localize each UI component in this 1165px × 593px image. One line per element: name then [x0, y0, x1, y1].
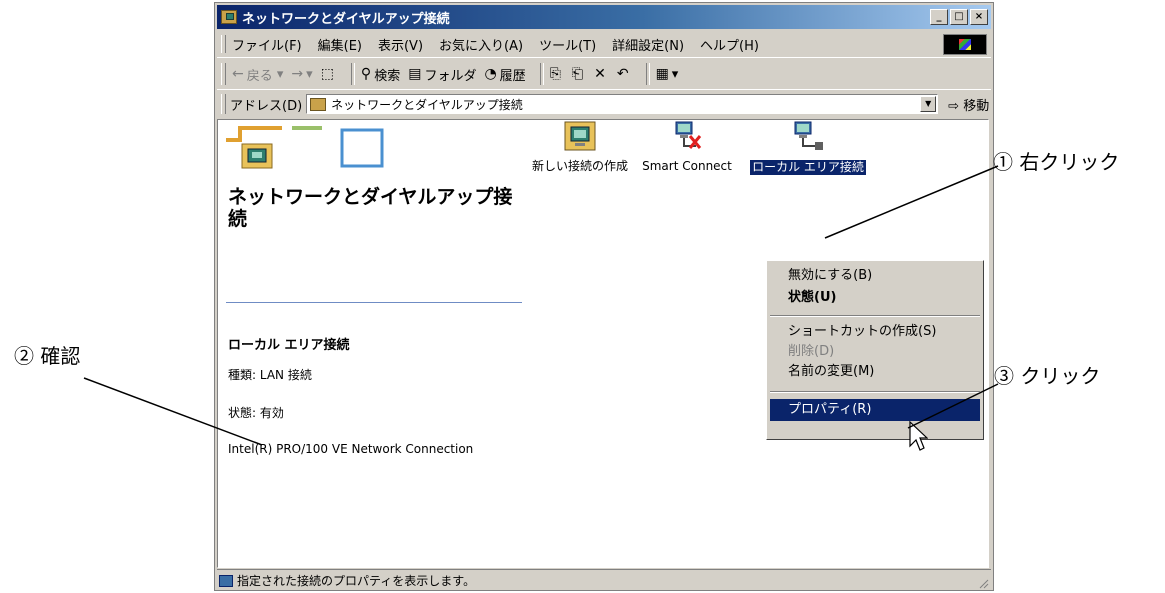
- views-dropdown-icon: ▾: [671, 66, 679, 82]
- undo-button[interactable]: ↶: [617, 66, 632, 82]
- status-bar: 指定された接続のプロパティを表示します。: [217, 569, 991, 591]
- toolbar-separator: [645, 63, 650, 85]
- back-dropdown-icon: ▾: [272, 66, 284, 82]
- menu-item-delete: 削除(D): [788, 344, 835, 359]
- folders-label: フォルダ: [424, 68, 477, 84]
- forward-button[interactable]: → ▾: [291, 66, 312, 82]
- connection-device: Intel(R) PRO/100 VE Network Connection: [228, 442, 474, 456]
- menu-view[interactable]: 表示(V): [378, 35, 423, 54]
- status-text: 指定された接続のプロパティを表示します。: [237, 574, 476, 588]
- menu-tools[interactable]: ツール(T): [539, 35, 596, 54]
- network-folder-icon: [221, 10, 237, 24]
- search-button[interactable]: ⚲ 検索: [361, 65, 400, 84]
- back-label: 戻る: [246, 68, 273, 84]
- back-arrow-icon: ←: [232, 66, 244, 82]
- menu-bar: ファイル(F) 編集(E) 表示(V) お気に入り(A) ツール(T) 詳細設定…: [217, 31, 991, 58]
- maximize-button[interactable]: □: [950, 9, 968, 25]
- up-folder-button[interactable]: ⬚: [321, 66, 337, 82]
- window-controls: _ □ ×: [930, 9, 988, 25]
- menu-help[interactable]: ヘルプ(H): [700, 35, 759, 54]
- local-area-connection-item[interactable]: ローカル エリア接続: [748, 120, 868, 175]
- close-button[interactable]: ×: [970, 9, 988, 25]
- new-connection-label: 新しい接続の作成: [531, 159, 628, 173]
- menu-item-disable[interactable]: 無効にする(B): [770, 265, 980, 287]
- menu-grip[interactable]: [221, 35, 226, 53]
- pane-divider: [226, 302, 522, 303]
- resize-grip-icon[interactable]: [977, 577, 989, 589]
- menu-separator: [770, 391, 980, 393]
- history-label: 履歴: [499, 68, 526, 84]
- address-value: ネットワークとダイヤルアップ接続: [331, 97, 523, 112]
- copy-to-button[interactable]: ⎗: [572, 66, 586, 82]
- menu-separator: [770, 315, 980, 317]
- annotation-step2: ② 確認: [14, 344, 81, 368]
- annotation-step1: ① 右クリック: [993, 150, 1120, 174]
- status-network-icon: [219, 574, 233, 587]
- toolbar-separator: [539, 63, 544, 85]
- forward-dropdown-icon: ▾: [306, 66, 313, 82]
- windows-logo-icon: [943, 34, 987, 55]
- content-area: ネットワークとダイヤルアップ接続 ローカル エリア接続 種類: LAN 接続 状…: [217, 119, 989, 568]
- toolbar-grip[interactable]: [221, 63, 226, 85]
- menu-item-rename[interactable]: 名前の変更(M): [770, 361, 980, 383]
- mouse-cursor-icon: [909, 420, 928, 451]
- move-to-button[interactable]: ⎘: [550, 66, 564, 82]
- search-label: 検索: [374, 68, 401, 84]
- minimize-button[interactable]: _: [930, 9, 948, 25]
- move-to-icon: ⎘: [549, 66, 561, 82]
- address-dropdown-icon[interactable]: ▼: [920, 96, 937, 112]
- context-menu: 無効にする(B) 状態(U) ショートカットの作成(S) 削除(D) 名前の変更…: [766, 260, 984, 440]
- local-area-connection-label: ローカル エリア接続: [750, 160, 866, 175]
- history-icon: ◔: [484, 66, 497, 82]
- go-label: 移動: [963, 98, 990, 114]
- title-bar[interactable]: ネットワークとダイヤルアップ接続 _ □ ×: [217, 5, 991, 29]
- search-icon: ⚲: [360, 66, 372, 82]
- forward-arrow-icon: →: [291, 66, 304, 82]
- network-connection-icon: [794, 121, 823, 150]
- menu-item-properties[interactable]: プロパティ(R): [770, 399, 980, 421]
- smart-connect-item[interactable]: Smart Connect: [637, 120, 737, 173]
- selected-connection-name: ローカル エリア接続: [228, 338, 350, 353]
- copy-to-icon: ⎗: [571, 66, 584, 82]
- address-label: アドレス(D): [230, 98, 303, 114]
- folder-banner-icon: [226, 126, 384, 169]
- connection-type: 種類: LAN 接続: [228, 368, 312, 382]
- web-view-pane: ネットワークとダイヤルアップ接続 ローカル エリア接続 種類: LAN 接続 状…: [218, 120, 522, 567]
- annotation-step3: ③ クリック: [994, 364, 1101, 388]
- new-connection-item[interactable]: 新しい接続の作成: [530, 120, 630, 173]
- menu-item-status[interactable]: 状態(U): [770, 287, 980, 309]
- address-bar: アドレス(D) ネットワークとダイヤルアップ接続 ▼ ⇨ 移動: [217, 91, 991, 117]
- menu-item-create-shortcut[interactable]: ショートカットの作成(S): [770, 321, 980, 343]
- new-connection-icon: [564, 121, 596, 151]
- standard-toolbar: ← 戻る ▾ → ▾ ⬚ ⚲ 検索 ▤ フォルダ ◔ 履歴 ⎘ ⎗ ✕ ↶ ▦ …: [217, 59, 991, 90]
- up-folder-icon: ⬚: [320, 66, 334, 82]
- network-folder-icon: [310, 97, 327, 111]
- pane-title: ネットワークとダイヤルアップ接続: [228, 186, 513, 230]
- views-button[interactable]: ▦ ▾: [656, 66, 679, 82]
- connection-status: 状態: 有効: [228, 406, 284, 420]
- address-grip[interactable]: [221, 94, 226, 114]
- back-button[interactable]: ← 戻る ▾: [232, 65, 283, 84]
- folders-icon: ▤: [408, 66, 422, 82]
- menu-favorites[interactable]: お気に入り(A): [439, 35, 523, 54]
- explorer-window: ネットワークとダイヤルアップ接続 _ □ × ファイル(F) 編集(E) 表示(…: [214, 2, 994, 591]
- toolbar-separator: [350, 63, 355, 85]
- address-input[interactable]: ネットワークとダイヤルアップ接続 ▼: [306, 94, 939, 114]
- views-icon: ▦: [655, 66, 669, 82]
- go-button[interactable]: ⇨ 移動: [948, 95, 989, 114]
- menu-file[interactable]: ファイル(F): [232, 35, 302, 54]
- history-button[interactable]: ◔ 履歴: [484, 65, 525, 84]
- disconnected-network-icon: [675, 121, 702, 149]
- folders-button[interactable]: ▤ フォルダ: [408, 65, 476, 84]
- menu-advanced[interactable]: 詳細設定(N): [612, 35, 684, 54]
- menu-edit[interactable]: 編集(E): [318, 35, 362, 54]
- undo-icon: ↶: [616, 66, 629, 82]
- go-arrow-icon: ⇨: [948, 98, 960, 114]
- window-title: ネットワークとダイヤルアップ接続: [242, 11, 450, 27]
- delete-icon: ✕: [594, 66, 606, 82]
- smart-connect-label: Smart Connect: [642, 159, 732, 173]
- delete-button[interactable]: ✕: [594, 66, 609, 82]
